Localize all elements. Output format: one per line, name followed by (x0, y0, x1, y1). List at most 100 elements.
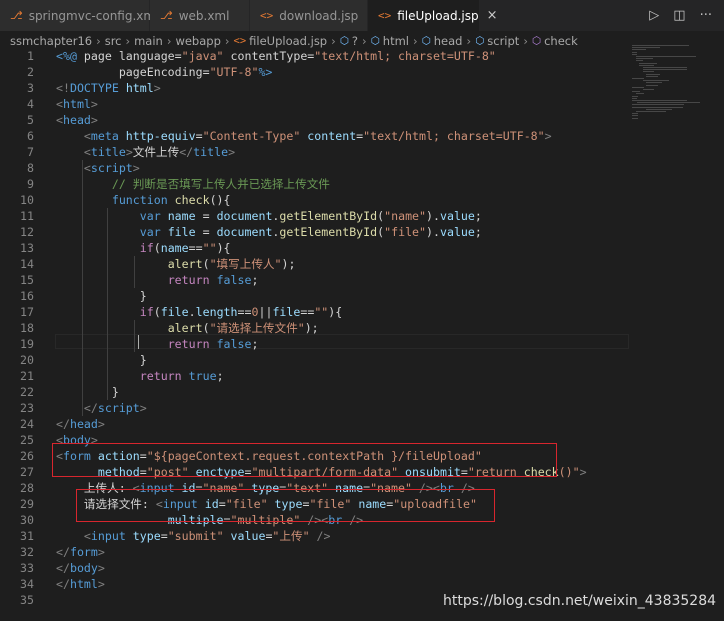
run-icon[interactable]: ▷ (649, 8, 659, 23)
minimap-line (632, 86, 644, 88)
breadcrumb-item-html[interactable]: html (383, 34, 409, 48)
code-line[interactable]: 33 </body> (0, 560, 724, 576)
code-text[interactable]: function check(){ (56, 192, 231, 208)
code-line[interactable]: 20 } (0, 352, 724, 368)
code-line[interactable]: 11 var name = document.getElementById("n… (0, 208, 724, 224)
code-line[interactable]: 3 <!DOCTYPE html> (0, 80, 724, 96)
code-text[interactable]: </form> (56, 544, 105, 560)
tab-fileupload-jsp[interactable]: <> fileUpload.jsp × (368, 0, 498, 31)
element-icon: ⬡ (421, 35, 431, 47)
breadcrumb-item-script[interactable]: script (487, 34, 519, 48)
code-text[interactable]: if(file.length==0||file==""){ (56, 304, 343, 320)
minimap-line (642, 89, 654, 90)
code-line[interactable]: 2 pageEncoding="UTF-8"%> (0, 64, 724, 80)
code-line[interactable]: 7 <title>文件上传</title> (0, 144, 724, 160)
code-line[interactable]: 21 return true; (0, 368, 724, 384)
split-editor-icon[interactable]: ◫ (673, 8, 685, 23)
code-text[interactable]: } (56, 288, 147, 304)
code-text[interactable]: return false; (56, 336, 259, 352)
breadcrumb-item-src[interactable]: src (105, 34, 122, 48)
code-text[interactable]: return false; (56, 272, 259, 288)
more-actions-icon[interactable]: ··· (700, 8, 712, 23)
code-editor[interactable]: 1 <%@ page language="java" contentType="t… (0, 48, 724, 621)
code-text[interactable]: var name = document.getElementById("name… (56, 208, 482, 224)
tab-springmvc-config[interactable]: ⎇ springmvc-config.xml (0, 0, 158, 31)
code-text[interactable]: alert("填写上传人"); (56, 256, 296, 272)
code-line[interactable]: 14 alert("填写上传人"); (0, 256, 724, 272)
code-line[interactable]: 5 <head> (0, 112, 724, 128)
code-text[interactable]: <script> (56, 160, 140, 176)
minimap-line (632, 97, 638, 99)
code-line[interactable]: 10 function check(){ (0, 192, 724, 208)
minimap[interactable] (632, 45, 712, 135)
line-number: 27 (20, 465, 34, 479)
code-icon: <> (378, 9, 392, 22)
code-text[interactable]: <title>文件上传</title> (56, 144, 235, 160)
minimap-line (639, 64, 655, 66)
breadcrumb-item-main[interactable]: main (134, 34, 163, 48)
code-text[interactable]: <meta http-equiv="Content-Type" content=… (56, 128, 552, 144)
code-text[interactable]: alert("请选择上传文件"); (56, 320, 319, 336)
code-line[interactable]: 8 <script> (0, 160, 724, 176)
line-number: 15 (20, 273, 34, 287)
minimap-line (635, 93, 644, 95)
rss-icon: ⎇ (160, 9, 173, 22)
breadcrumb-item-project[interactable]: ssmchapter16 (10, 34, 92, 48)
code-line[interactable]: 34 </html> (0, 576, 724, 592)
code-line[interactable]: 19 return false; (0, 336, 724, 352)
code-icon: <> (260, 9, 274, 22)
line-number: 26 (20, 449, 34, 463)
code-text[interactable]: // 判断是否填写上传人并已选择上传文件 (56, 176, 330, 192)
code-line[interactable]: 16 } (0, 288, 724, 304)
breadcrumb-item-head[interactable]: head (434, 34, 463, 48)
breadcrumb-item-file[interactable]: fileUpload.jsp (249, 34, 327, 48)
code-line[interactable]: 22 } (0, 384, 724, 400)
line-number: 21 (20, 369, 34, 383)
tab-download-jsp[interactable]: <> download.jsp (250, 0, 368, 31)
watermark: https://blog.csdn.net/weixin_43835284 (443, 593, 717, 609)
close-icon[interactable]: × (487, 8, 498, 23)
line-number: 8 (27, 161, 34, 175)
code-line[interactable]: 17 if(file.length==0||file==""){ (0, 304, 724, 320)
line-number: 9 (27, 177, 34, 191)
code-line[interactable]: 13 if(name==""){ (0, 240, 724, 256)
code-line[interactable]: 24 </head> (0, 416, 724, 432)
code-text[interactable]: <%@ page language="java" contentType="te… (56, 48, 496, 64)
minimap-line (635, 56, 696, 57)
code-line[interactable]: 6 <meta http-equiv="Content-Type" conten… (0, 128, 724, 144)
element-icon: ⬡ (339, 35, 349, 47)
breadcrumb-item-webapp[interactable]: webapp (175, 34, 220, 48)
code-text[interactable]: </body> (56, 560, 105, 576)
code-line[interactable]: 23 </script> (0, 400, 724, 416)
code-line[interactable]: 31 <input type="submit" value="上传" /> (0, 528, 724, 544)
code-text[interactable]: <head> (56, 112, 98, 128)
code-text[interactable]: return true; (56, 368, 224, 384)
code-text[interactable]: <html> (56, 96, 98, 112)
code-text[interactable]: </script> (56, 400, 147, 416)
code-line[interactable]: 32 </form> (0, 544, 724, 560)
line-number: 13 (20, 241, 34, 255)
code-line[interactable]: 15 return false; (0, 272, 724, 288)
code-text[interactable]: } (56, 352, 147, 368)
rss-icon: ⎇ (10, 9, 23, 22)
code-line[interactable]: 9 // 判断是否填写上传人并已选择上传文件 (0, 176, 724, 192)
breadcrumb-item-q[interactable]: ? (352, 34, 358, 48)
code-line[interactable]: 1 <%@ page language="java" contentType="t… (0, 48, 724, 64)
code-line[interactable]: 12 var file = document.getElementById("f… (0, 224, 724, 240)
code-text[interactable]: <input type="submit" value="上传" /> (56, 528, 331, 544)
code-text[interactable]: var file = document.getElementById("file… (56, 224, 482, 240)
function-icon: ⬡ (531, 35, 542, 47)
code-line[interactable]: 4 <html> (0, 96, 724, 112)
line-number: 29 (20, 497, 34, 511)
code-text[interactable]: } (56, 384, 119, 400)
code-text[interactable]: <!DOCTYPE html> (56, 80, 161, 96)
line-number: 12 (20, 225, 34, 239)
minimap-line (642, 69, 687, 71)
code-text[interactable]: if(name==""){ (56, 240, 231, 256)
tab-web-xml[interactable]: ⎇ web.xml (150, 0, 250, 31)
code-text[interactable]: </html> (56, 576, 105, 592)
code-text[interactable]: </head> (56, 416, 105, 432)
breadcrumb-item-check[interactable]: check (544, 34, 578, 48)
code-line[interactable]: 18 alert("请选择上传文件"); (0, 320, 724, 336)
code-text[interactable]: pageEncoding="UTF-8"%> (56, 64, 273, 80)
